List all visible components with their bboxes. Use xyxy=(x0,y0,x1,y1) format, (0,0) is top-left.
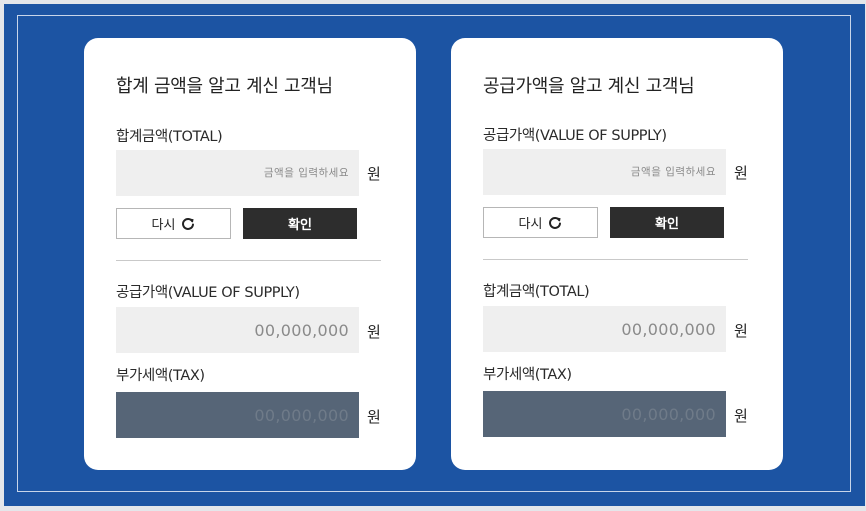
unit-label: 원 xyxy=(734,407,748,425)
supply-input-label: 공급가액(VALUE OF SUPPLY) xyxy=(483,128,667,144)
total-input-field[interactable] xyxy=(116,150,359,196)
total-input[interactable] xyxy=(116,167,349,179)
total-known-card: 합계 금액을 알고 계신 고객님 합계금액(TOTAL) 원 다시 확인 공급가… xyxy=(84,38,416,470)
divider xyxy=(116,260,381,261)
reset-button[interactable]: 다시 xyxy=(483,207,598,238)
refresh-icon xyxy=(181,217,195,231)
reset-button-label: 다시 xyxy=(151,218,176,233)
confirm-button[interactable]: 확인 xyxy=(610,207,724,238)
reset-button[interactable]: 다시 xyxy=(116,208,231,239)
tax-result-field: 00,000,000 xyxy=(483,391,726,437)
tax-result-value: 00,000,000 xyxy=(621,404,716,424)
supply-result-label: 공급가액(VALUE OF SUPPLY) xyxy=(116,285,300,301)
divider xyxy=(483,259,748,260)
supply-result-value: 00,000,000 xyxy=(254,320,349,340)
card-title: 합계 금액을 알고 계신 고객님 xyxy=(116,76,333,97)
total-result-field: 00,000,000 xyxy=(483,306,726,352)
tax-result-label: 부가세액(TAX) xyxy=(483,367,572,383)
tax-result-label: 부가세액(TAX) xyxy=(116,368,205,384)
tax-result-field: 00,000,000 xyxy=(116,392,359,438)
unit-label: 원 xyxy=(367,323,381,341)
unit-label: 원 xyxy=(367,165,381,183)
total-result-value: 00,000,000 xyxy=(621,319,716,339)
reset-button-label: 다시 xyxy=(518,217,543,232)
supply-input[interactable] xyxy=(483,166,716,178)
unit-label: 원 xyxy=(734,322,748,340)
confirm-button[interactable]: 확인 xyxy=(243,208,357,239)
card-title: 공급가액을 알고 계신 고객님 xyxy=(483,76,695,97)
supply-input-field[interactable] xyxy=(483,149,726,195)
total-input-label: 합계금액(TOTAL) xyxy=(116,129,223,145)
unit-label: 원 xyxy=(734,164,748,182)
calculator-panel: 합계 금액을 알고 계신 고객님 합계금액(TOTAL) 원 다시 확인 공급가… xyxy=(4,4,865,506)
refresh-icon xyxy=(548,216,562,230)
unit-label: 원 xyxy=(367,408,381,426)
supply-result-field: 00,000,000 xyxy=(116,307,359,353)
supply-known-card: 공급가액을 알고 계신 고객님 공급가액(VALUE OF SUPPLY) 원 … xyxy=(451,38,783,470)
total-result-label: 합계금액(TOTAL) xyxy=(483,284,590,300)
tax-result-value: 00,000,000 xyxy=(254,405,349,425)
